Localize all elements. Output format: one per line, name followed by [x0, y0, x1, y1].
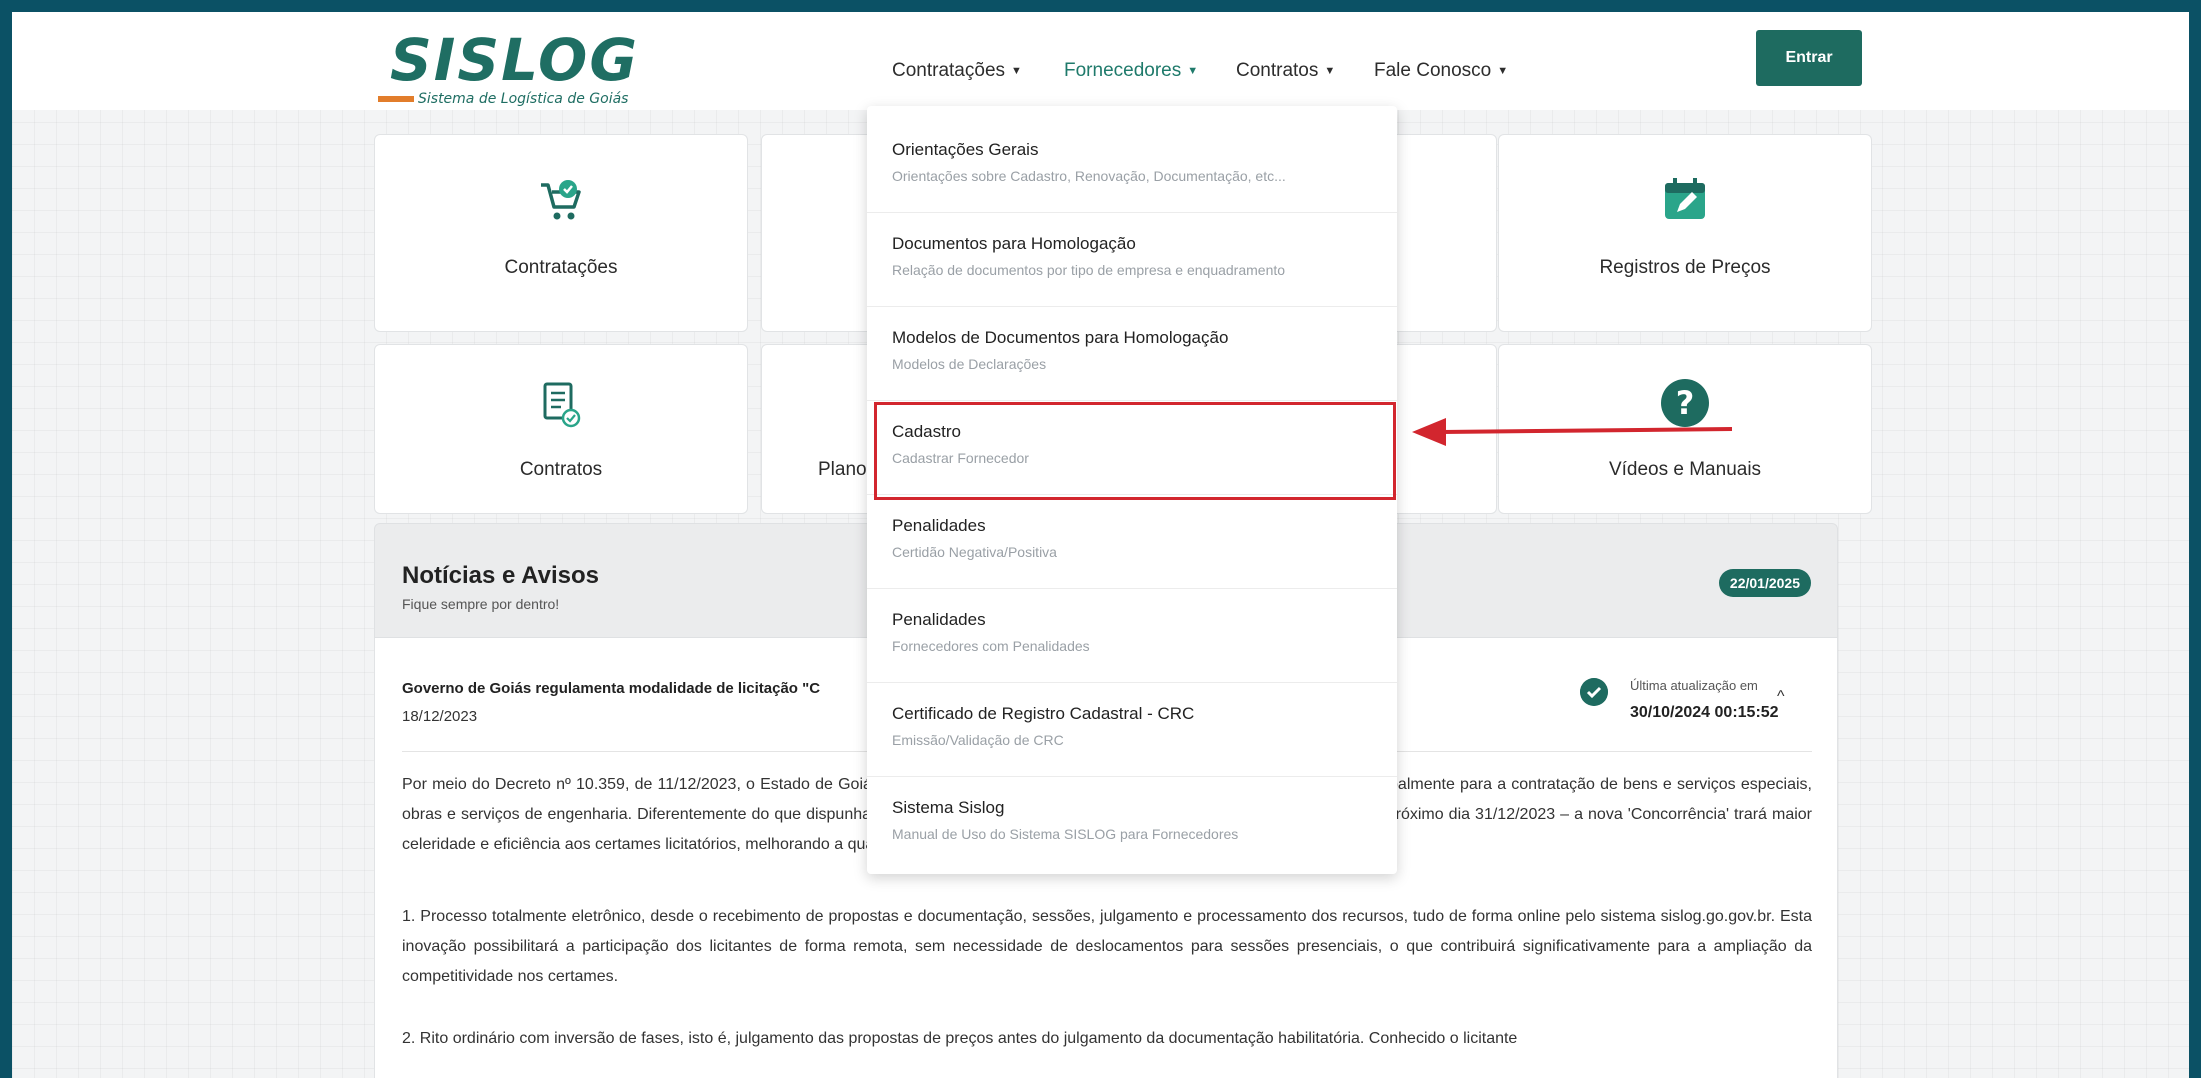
dropdown-item-subtitle: Modelos de Declarações	[892, 356, 1047, 372]
dropdown-item-sistema-sislog[interactable]: Sistema Sislog Manual de Uso do Sistema …	[867, 776, 1397, 870]
news-date-badge: 22/01/2025	[1718, 569, 1811, 597]
dropdown-item-penalidades-certidao[interactable]: Penalidades Certidão Negativa/Positiva	[867, 494, 1397, 588]
nav-label: Fornecedores	[1064, 60, 1182, 81]
news-title: Notícias e Avisos	[402, 562, 599, 589]
caret-down-icon: ▼	[1011, 65, 1022, 77]
dropdown-item-subtitle: Relação de documentos por tipo de empres…	[892, 262, 1286, 278]
login-button[interactable]: Entrar	[1756, 30, 1862, 86]
check-circle-icon	[1580, 678, 1608, 706]
browser-viewport: SISLOG Sistema de Logística de Goiás Con…	[12, 12, 2189, 1078]
logo-accent-bar	[378, 96, 414, 102]
tile-label: Registros de Preços	[1599, 257, 1771, 278]
nav-label: Contratações	[892, 60, 1006, 81]
dropdown-item-subtitle: Certidão Negativa/Positiva	[892, 544, 1057, 560]
nav-fornecedores[interactable]: Fornecedores ▼	[1064, 60, 1198, 82]
document-check-icon	[543, 382, 581, 428]
dropdown-item-documentos-homologacao[interactable]: Documentos para Homologação Relação de d…	[867, 212, 1397, 306]
dropdown-item-title: Sistema Sislog	[892, 798, 1005, 817]
dropdown-item-crc[interactable]: Certificado de Registro Cadastral - CRC …	[867, 682, 1397, 776]
tile-label: Vídeos e Manuais	[1608, 459, 1762, 480]
tile-contratos[interactable]: Contratos	[374, 344, 748, 514]
top-navbar: SISLOG Sistema de Logística de Goiás Con…	[12, 12, 2189, 110]
caret-down-icon: ▼	[1324, 65, 1336, 77]
calendar-edit-icon	[1665, 178, 1705, 219]
highlight-box	[874, 402, 1396, 500]
dropdown-item-orientacoes-gerais[interactable]: Orientações Gerais Orientações sobre Cad…	[867, 106, 1397, 200]
article-date: 18/12/2023	[402, 708, 478, 725]
dropdown-item-penalidades-fornecedores[interactable]: Penalidades Fornecedores com Penalidades	[867, 588, 1397, 682]
article-paragraph: 2. Rito ordinário com inversão de fases,…	[402, 1030, 1518, 1047]
dropdown-item-title: Penalidades	[892, 610, 986, 629]
dropdown-item-title: Penalidades	[892, 516, 986, 535]
dropdown-item-subtitle: Emissão/Validação de CRC	[892, 732, 1064, 748]
nav-contratos[interactable]: Contratos ▼	[1236, 60, 1335, 82]
logo-text: SISLOG	[390, 26, 639, 94]
update-label: Última atualização em	[1630, 678, 1758, 693]
caret-down-icon: ▼	[1497, 65, 1509, 77]
annotation-arrow-icon	[1412, 418, 1733, 446]
dropdown-item-title: Orientações Gerais	[892, 140, 1039, 159]
news-subtitle: Fique sempre por dentro!	[402, 596, 560, 612]
dropdown-item-title: Modelos de Documentos para Homologação	[892, 328, 1229, 347]
nav-fale-conosco[interactable]: Fale Conosco ▼	[1374, 60, 1508, 82]
dropdown-item-subtitle: Fornecedores com Penalidades	[892, 638, 1090, 654]
dropdown-item-modelos-documentos[interactable]: Modelos de Documentos para Homologação M…	[867, 306, 1397, 400]
nav-label: Contratos	[1236, 60, 1319, 81]
dropdown-item-subtitle: Manual de Uso do Sistema SISLOG para For…	[892, 826, 1239, 842]
tile-registros-de-precos[interactable]: Registros de Preços	[1498, 134, 1872, 332]
dropdown-item-subtitle: Orientações sobre Cadastro, Renovação, D…	[892, 168, 1286, 184]
sislog-logo[interactable]: SISLOG Sistema de Logística de Goiás	[378, 28, 638, 108]
caret-down-icon: ▼	[1187, 65, 1199, 77]
dropdown-item-title: Certificado de Registro Cadastral - CRC	[892, 704, 1195, 723]
nav-contratacoes[interactable]: Contratações ▼	[892, 60, 1022, 82]
article-paragraph: 1. Processo totalmente eletrônico, desde…	[402, 908, 1812, 985]
tile-contratacoes[interactable]: Contratações	[374, 134, 748, 332]
tile-label: Contratações	[504, 257, 618, 278]
tile-label: Contratos	[519, 459, 603, 480]
update-value: 30/10/2024 00:15:52	[1630, 704, 1779, 721]
shopping-cart-check-icon	[541, 180, 581, 220]
nav-label: Fale Conosco	[1374, 60, 1492, 81]
logo-subtitle: Sistema de Logística de Goiás	[418, 91, 629, 107]
chevron-up-icon[interactable]: ^	[1777, 688, 1785, 706]
dropdown-item-title: Documentos para Homologação	[892, 234, 1136, 253]
